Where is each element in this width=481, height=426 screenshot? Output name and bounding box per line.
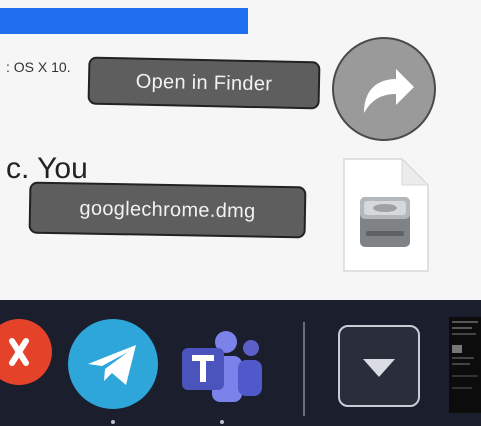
dock — [0, 300, 481, 426]
os-version-text: : OS X 10. — [6, 59, 71, 75]
blue-header-bar — [0, 8, 248, 34]
open-in-finder-tooltip: Open in Finder — [87, 56, 321, 110]
dmg-file-icon[interactable] — [342, 157, 430, 273]
running-indicator — [220, 420, 224, 424]
dock-thumbnail[interactable] — [449, 317, 481, 413]
downloads-stack-icon[interactable] — [338, 325, 420, 407]
telegram-icon[interactable] — [68, 319, 158, 409]
filename-tooltip: googlechrome.dmg — [28, 181, 307, 239]
running-indicator — [111, 420, 115, 424]
open-in-finder-button[interactable] — [332, 37, 436, 141]
share-arrow-icon — [364, 69, 414, 113]
dock-separator — [303, 322, 305, 416]
browser-page: : OS X 10. c. You Open in Finder googlec… — [0, 0, 481, 300]
microsoft-teams-icon[interactable] — [176, 322, 268, 414]
app-close-icon[interactable] — [0, 319, 52, 385]
